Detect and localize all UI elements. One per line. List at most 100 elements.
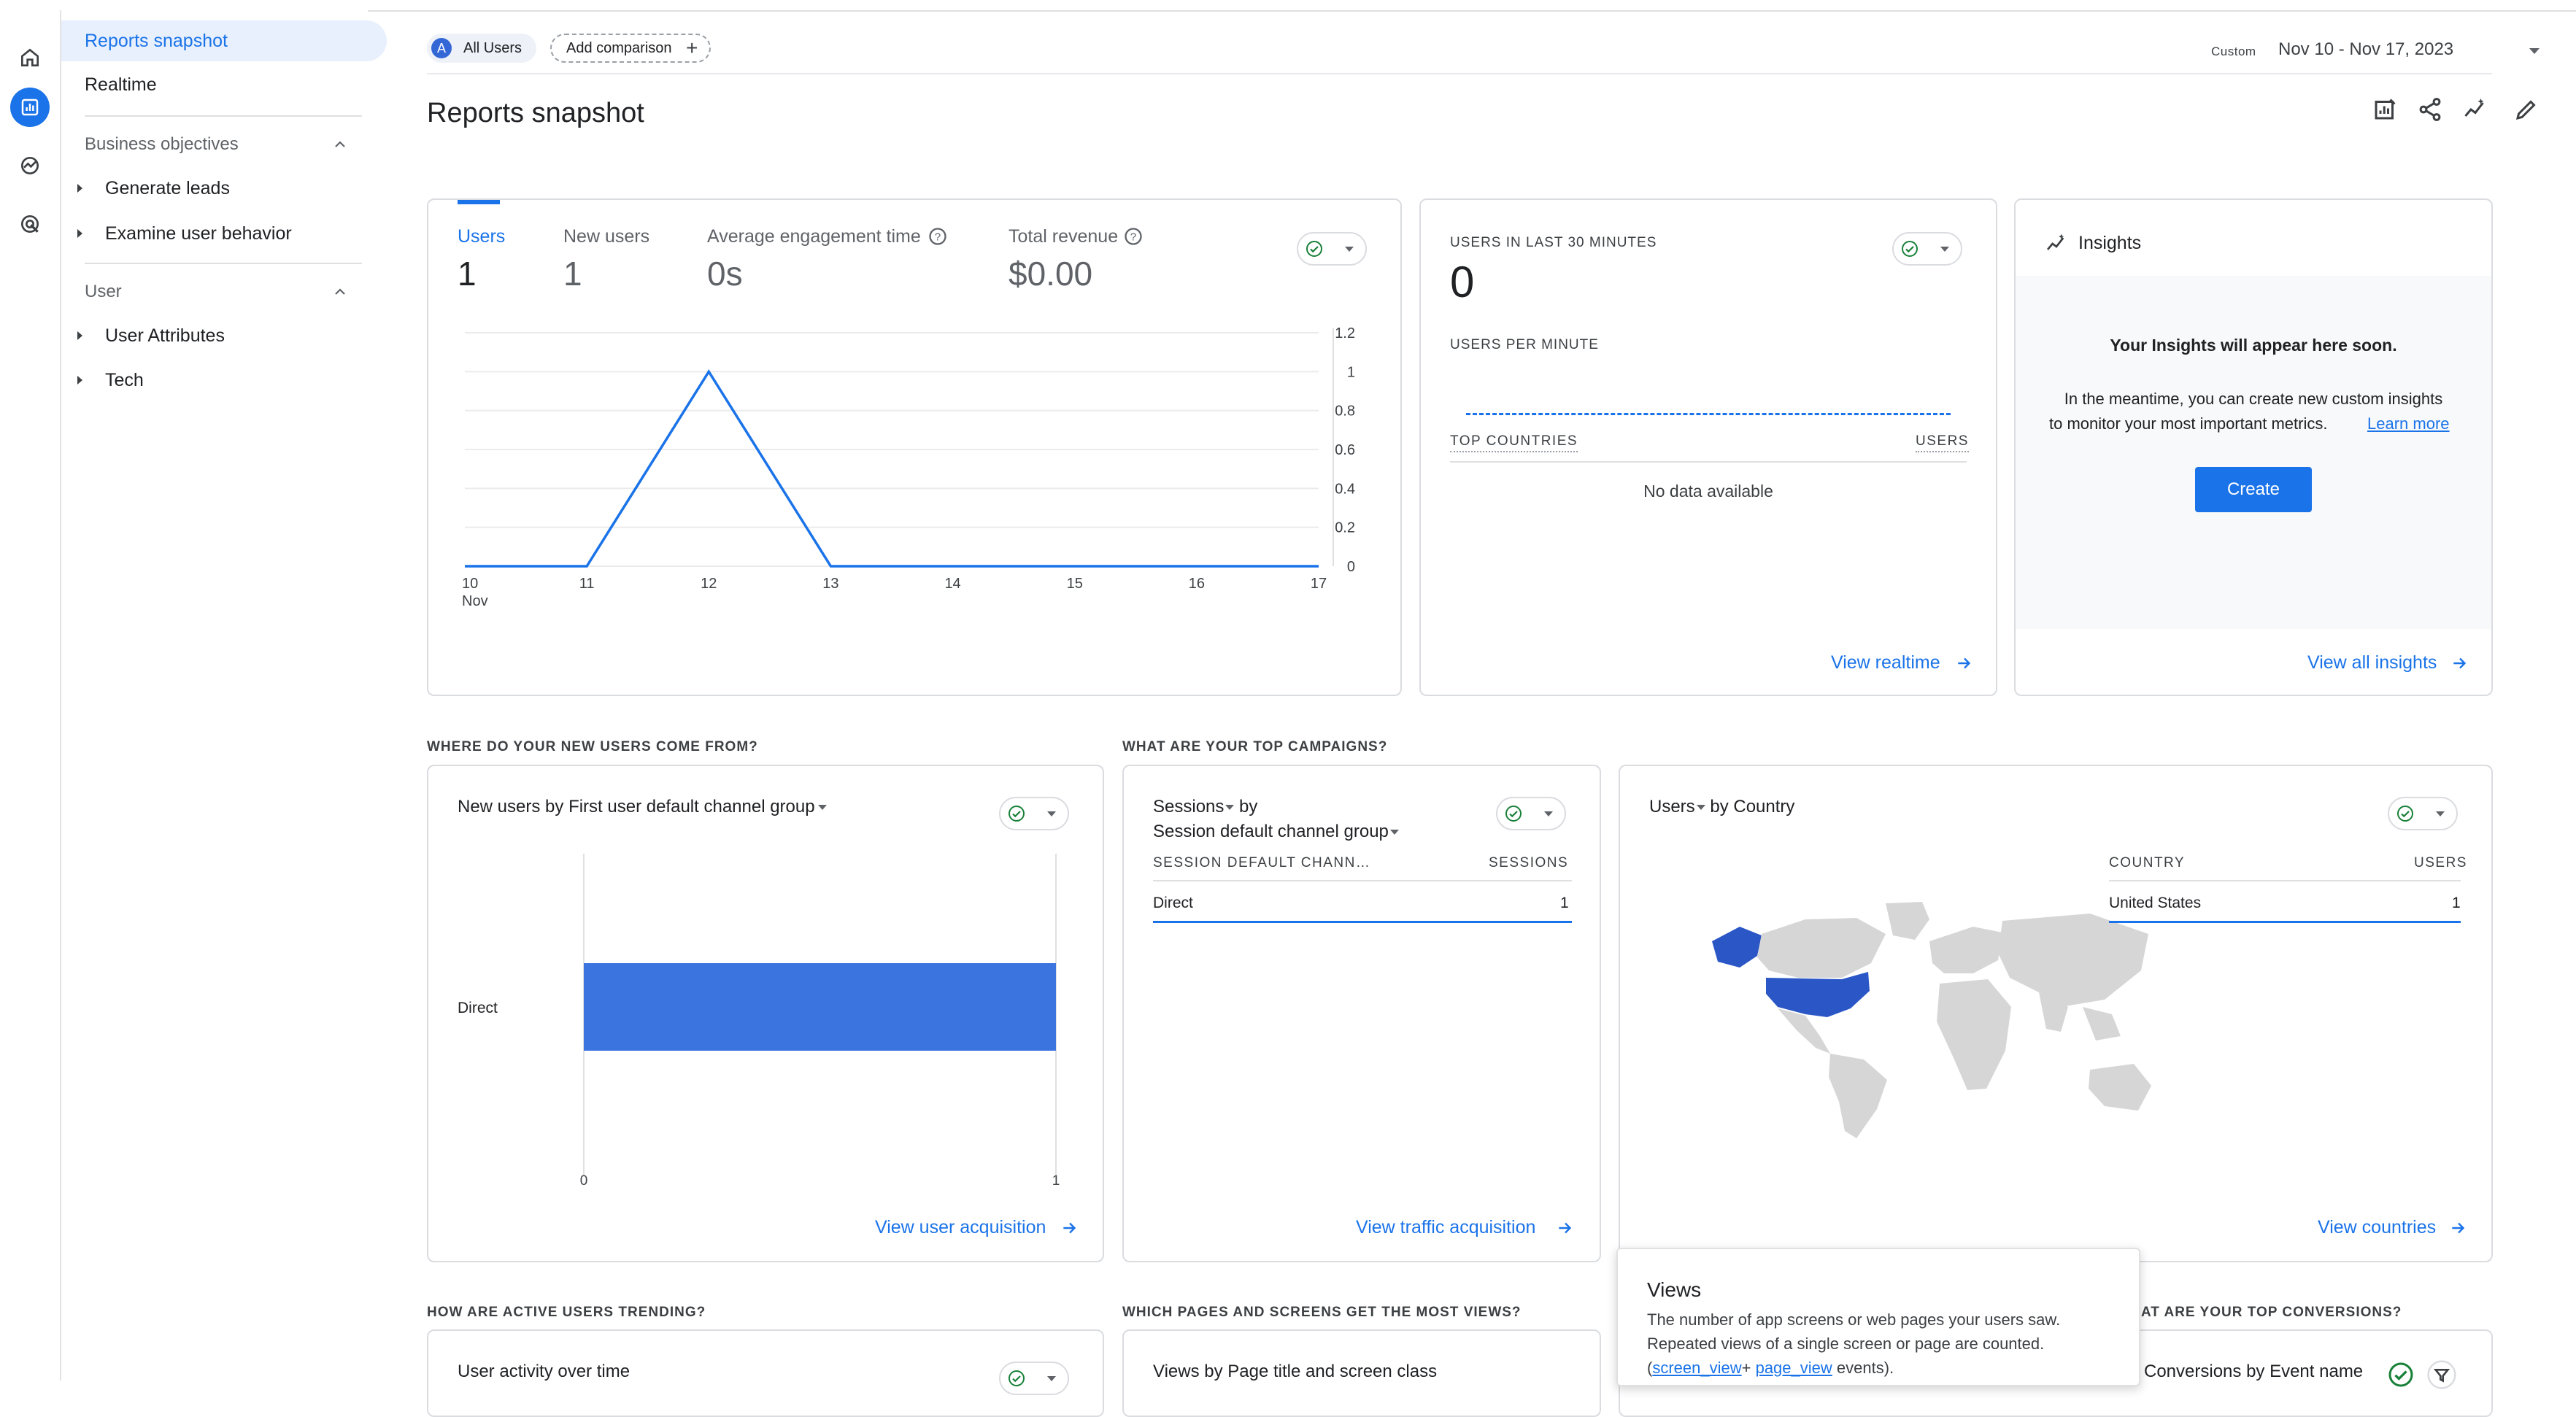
create-insight-button[interactable]: Create — [2195, 467, 2312, 512]
chevron-up-icon[interactable] — [331, 136, 349, 153]
caret-down-icon[interactable] — [818, 805, 827, 810]
advertising-icon[interactable] — [10, 204, 50, 244]
top-bar — [0, 0, 2576, 12]
expand-arrow-icon[interactable] — [77, 229, 82, 238]
metric-users-label[interactable]: Users — [458, 226, 505, 247]
reports-icon[interactable] — [10, 88, 50, 127]
card-options-button[interactable] — [1297, 232, 1367, 266]
help-icon[interactable]: ? — [1123, 226, 1144, 247]
metric-selector[interactable]: Users — [1649, 797, 1695, 816]
share-icon[interactable] — [2417, 96, 2443, 123]
views-by-page-card: Views by Page title and screen class — [1122, 1329, 1601, 1417]
table-row-value: 1 — [2452, 895, 2461, 912]
customize-report-icon[interactable] — [2372, 96, 2398, 123]
map-region-canada[interactable] — [1757, 918, 1886, 978]
map-region-southeast-asia[interactable] — [2083, 1007, 2121, 1040]
expand-arrow-icon[interactable] — [77, 331, 82, 340]
card-options-button[interactable] — [2388, 797, 2458, 830]
top-countries-header[interactable]: TOP COUNTRIES — [1450, 433, 1578, 452]
world-map — [1696, 897, 2163, 1146]
conversions-title: Conversions by Event name — [2144, 1362, 2363, 1382]
map-region-australia[interactable] — [2089, 1064, 2151, 1111]
caret-down-icon[interactable] — [1390, 830, 1399, 835]
expand-arrow-icon[interactable] — [77, 376, 82, 385]
all-users-label: All Users — [463, 34, 522, 63]
arrow-right-icon[interactable] — [2450, 654, 2469, 673]
y-tick-label: 0.8 — [1335, 404, 1355, 420]
traffic-card-title-line-2: Session default channel group — [1153, 822, 1399, 842]
caret-down-icon — [1345, 247, 1354, 252]
dimension-selector[interactable]: Session default channel group — [1153, 822, 1389, 841]
check-circle-icon — [1008, 1370, 1025, 1387]
metric-new-users-label[interactable]: New users — [563, 226, 649, 247]
users-header[interactable]: USERS — [1916, 433, 1969, 452]
tooltip-description: The number of app screens or web pages y… — [1647, 1308, 2121, 1380]
user-activity-title: User activity over time — [458, 1362, 630, 1382]
caret-down-icon — [2436, 811, 2445, 816]
acquisition-title-prefix: New users by — [458, 797, 568, 816]
insights-icon[interactable] — [2462, 96, 2488, 123]
card-options-button[interactable] — [999, 1362, 1069, 1395]
nav-section-business-objectives[interactable]: Business objectives — [85, 134, 239, 155]
check-circle-icon[interactable] — [2388, 1362, 2414, 1388]
view-traffic-acquisition-link[interactable]: View traffic acquisition — [1356, 1217, 1535, 1238]
sessions-column-header[interactable]: SESSIONS — [1489, 855, 1568, 871]
nav-examine-user-behavior[interactable]: Examine user behavior — [105, 223, 292, 244]
arrow-right-icon[interactable] — [1556, 1219, 1575, 1238]
y-tick-label: 0.2 — [1335, 520, 1355, 536]
view-realtime-link[interactable]: View realtime — [1831, 652, 1940, 673]
map-region-greenland[interactable] — [1886, 902, 1929, 940]
all-users-chip[interactable]: A All Users — [427, 34, 536, 63]
dimension-selector[interactable]: First user default channel group — [568, 797, 815, 816]
card-options-button[interactable] — [1496, 797, 1566, 830]
view-all-insights-link[interactable]: View all insights — [2307, 652, 2437, 673]
view-user-acquisition-link[interactable]: View user acquisition — [875, 1217, 1046, 1238]
caret-down-icon[interactable] — [1225, 805, 1234, 810]
table-row-label: United States — [2109, 895, 2201, 912]
nav-reports-snapshot[interactable]: Reports snapshot — [61, 20, 387, 61]
nav-user-attributes[interactable]: User Attributes — [105, 325, 225, 347]
caret-down-icon[interactable] — [1697, 805, 1705, 810]
explore-icon[interactable] — [10, 146, 50, 185]
users-column-header[interactable]: USERS — [2414, 855, 2467, 871]
nav-realtime[interactable]: Realtime — [61, 64, 157, 105]
table-divider — [1153, 880, 1572, 881]
map-region-south-america[interactable] — [1829, 1054, 1887, 1138]
icon-rail — [0, 10, 61, 1381]
insights-body-line-2: to monitor your most important metrics. — [2049, 414, 2327, 433]
date-range-picker[interactable]: Custom Nov 10 - Nov 17, 2023 — [2211, 38, 2576, 64]
page-view-link[interactable]: page_view — [1756, 1359, 1832, 1377]
arrow-right-icon[interactable] — [2449, 1219, 2468, 1238]
map-region-asia[interactable] — [1998, 914, 2148, 1007]
y-tick-label: 0.4 — [1335, 481, 1355, 497]
metric-engagement-label[interactable]: Average engagement time — [707, 226, 921, 247]
home-icon[interactable] — [10, 38, 50, 77]
view-countries-link[interactable]: View countries — [2318, 1217, 2436, 1238]
channel-column-header[interactable]: SESSION DEFAULT CHANN… — [1153, 855, 1370, 871]
nav-section-user[interactable]: User — [85, 282, 122, 302]
screen-view-link[interactable]: screen_view — [1652, 1359, 1741, 1377]
map-region-africa[interactable] — [1937, 979, 2011, 1090]
filter-icon[interactable] — [2427, 1360, 2456, 1389]
learn-more-link[interactable]: Learn more — [2367, 414, 2450, 433]
chevron-up-icon[interactable] — [331, 283, 349, 301]
expand-arrow-icon[interactable] — [77, 184, 82, 193]
arrow-right-icon[interactable] — [1955, 654, 1974, 673]
nav-tech[interactable]: Tech — [105, 370, 144, 391]
add-comparison-button[interactable]: Add comparison + — [550, 34, 711, 63]
metric-selector[interactable]: Sessions — [1153, 797, 1224, 816]
check-circle-icon — [1306, 240, 1323, 258]
edit-icon[interactable] — [2513, 96, 2540, 123]
map-region-alaska[interactable] — [1712, 927, 1762, 968]
nav-generate-leads[interactable]: Generate leads — [105, 178, 230, 199]
tooltip-line-3: (screen_view+ page_view events). — [1647, 1356, 2121, 1380]
map-region-europe[interactable] — [1929, 927, 2002, 973]
card-options-button[interactable] — [1892, 232, 1962, 266]
metric-revenue-label[interactable]: Total revenue — [1009, 226, 1118, 247]
card-options-button[interactable] — [999, 797, 1069, 830]
country-column-header[interactable]: COUNTRY — [2109, 855, 2185, 871]
help-icon[interactable]: ? — [928, 226, 948, 247]
arrow-right-icon[interactable] — [1060, 1219, 1079, 1238]
plus-icon: + — [686, 35, 698, 61]
table-row-label: Direct — [1153, 895, 1193, 912]
